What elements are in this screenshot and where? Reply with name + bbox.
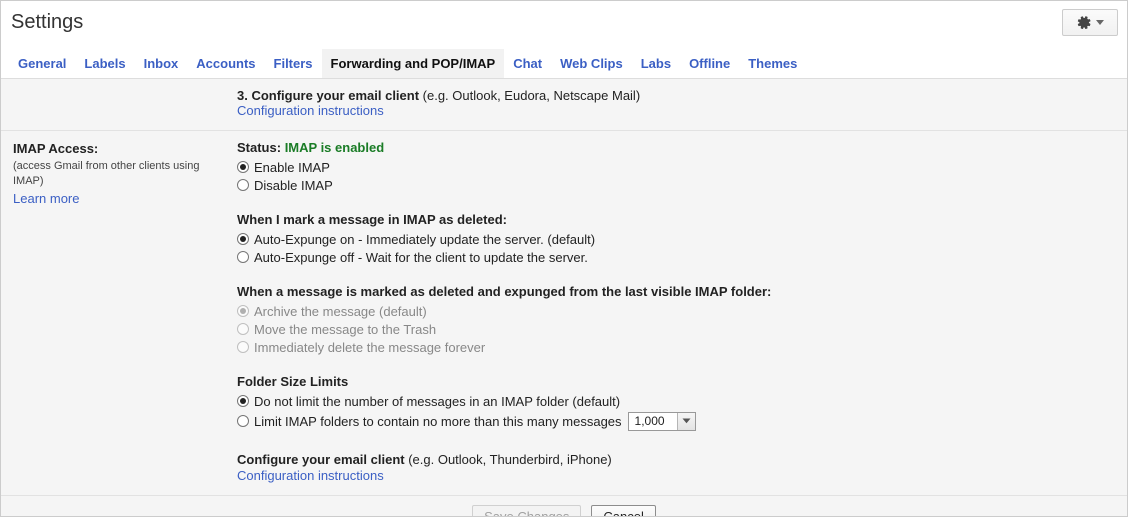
radio-icon[interactable] — [237, 161, 249, 173]
radio-icon[interactable] — [237, 323, 249, 335]
tab-offline[interactable]: Offline — [680, 49, 739, 78]
chevron-down-icon — [1095, 19, 1104, 26]
pop-configuration-instructions-link[interactable]: Configuration instructions — [237, 103, 384, 118]
tab-accounts[interactable]: Accounts — [187, 49, 264, 78]
cancel-button[interactable]: Cancel — [591, 504, 656, 516]
tab-label: Filters — [273, 56, 313, 71]
imap-configure-heading-rest: (e.g. Outlook, Thunderbird, iPhone) — [404, 452, 612, 467]
pop-configure-body: 3. Configure your email client (e.g. Out… — [235, 79, 1127, 130]
tab-filters[interactable]: Filters — [265, 49, 322, 78]
tab-inbox[interactable]: Inbox — [135, 49, 188, 78]
imap-folder-size-group: Folder Size Limits Do not limit the numb… — [237, 374, 1115, 432]
tab-label: General — [18, 56, 67, 71]
imap-status-label: Status: — [237, 140, 282, 155]
imap-enable-option-2[interactable]: Disable IMAP — [237, 176, 1115, 194]
imap-expunge-option-2[interactable]: Auto-Expunge off - Wait for the client t… — [237, 248, 1115, 266]
imap-expunge-action-option-label: Immediately delete the message forever — [254, 339, 486, 355]
tab-label: Web Clips — [560, 56, 623, 71]
pop-configure-sidebar-spacer — [1, 79, 235, 130]
tab-label: Forwarding and POP/IMAP — [330, 56, 496, 71]
radio-icon[interactable] — [237, 341, 249, 353]
imap-folder-size-option-1[interactable]: Do not limit the number of messages in a… — [237, 392, 1115, 410]
pop-configure-heading-bold: 3. Configure your email client — [237, 88, 420, 103]
pop-configure-heading-rest: (e.g. Outlook, Eudora, Netscape Mail) — [419, 88, 641, 103]
imap-enable-option-label: Enable IMAP — [254, 159, 330, 175]
pop-configure-heading: 3. Configure your email client (e.g. Out… — [237, 88, 1115, 103]
page-title: Settings — [11, 11, 84, 33]
imap-expunge-action-heading: When a message is marked as deleted and … — [237, 284, 772, 299]
imap-settings-body: Status: IMAP is enabled Enable IMAP Disab… — [235, 131, 1127, 495]
settings-gear-button[interactable] — [1062, 9, 1118, 36]
tab-label: Offline — [689, 56, 731, 71]
settings-content: 3. Configure your email client (e.g. Out… — [1, 79, 1127, 495]
tab-label: Labs — [640, 56, 672, 71]
imap-enable-group: Enable IMAP Disable IMAP — [237, 158, 1115, 194]
settings-page: Settings General Labels Inbox Accounts Filte… — [0, 0, 1128, 517]
imap-expunge-option-label: Auto-Expunge on - Immediately update the… — [254, 231, 596, 247]
imap-access-band: IMAP Access: (access Gmail from other cl… — [1, 131, 1127, 495]
tab-labels[interactable]: Labels — [75, 49, 134, 78]
imap-expunge-option-label: Auto-Expunge off - Wait for the client t… — [254, 249, 588, 265]
imap-expunge-heading: When I mark a message in IMAP as deleted… — [237, 212, 507, 227]
imap-status: Status: IMAP is enabled — [237, 140, 1115, 155]
imap-configuration-instructions-link[interactable]: Configuration instructions — [237, 468, 1115, 483]
imap-expunge-action-option-label: Archive the message (default) — [254, 303, 427, 319]
radio-icon[interactable] — [237, 305, 249, 317]
tab-chat[interactable]: Chat — [504, 49, 551, 78]
page-header: Settings — [1, 1, 1127, 49]
imap-folder-size-heading: Folder Size Limits — [237, 374, 349, 389]
imap-status-value: IMAP is enabled — [284, 140, 385, 155]
save-changes-button[interactable]: Save Changes — [472, 504, 582, 516]
radio-icon[interactable] — [237, 415, 249, 427]
imap-learn-more-link[interactable]: Learn more — [13, 191, 225, 206]
tab-web-clips[interactable]: Web Clips — [551, 49, 632, 78]
imap-expunge-action-group: When a message is marked as deleted and … — [237, 284, 1115, 356]
tab-label: Themes — [748, 56, 798, 71]
tab-label: Inbox — [143, 56, 179, 71]
imap-expunge-action-option-3[interactable]: Immediately delete the message forever — [237, 338, 1115, 356]
settings-tab-bar: General Labels Inbox Accounts Filters Forward… — [1, 49, 1127, 79]
imap-configure-heading-bold: Configure your email client — [237, 452, 405, 467]
tab-themes[interactable]: Themes — [739, 49, 806, 78]
pop-configure-band: 3. Configure your email client (e.g. Out… — [1, 79, 1127, 131]
folder-size-limit-select[interactable]: 1,000 — [627, 411, 696, 431]
imap-enable-option-1[interactable]: Enable IMAP — [237, 158, 1115, 176]
imap-folder-size-option-label: Limit IMAP folders to contain no more th… — [254, 413, 622, 429]
imap-expunge-action-option-label: Move the message to the Trash — [254, 321, 437, 337]
tab-forwarding-and-pop-imap[interactable]: Forwarding and POP/IMAP — [321, 49, 505, 78]
radio-icon[interactable] — [237, 251, 249, 263]
action-bar: Save Changes Cancel — [1, 495, 1127, 516]
gear-icon — [1077, 15, 1092, 30]
radio-icon[interactable] — [237, 395, 249, 407]
imap-access-note: (access Gmail from other clients using I… — [13, 160, 200, 187]
tab-label: Accounts — [196, 56, 256, 71]
imap-folder-size-option-label: Do not limit the number of messages in a… — [254, 393, 621, 409]
folder-size-limit-value: 1,000 — [634, 414, 665, 428]
imap-expunge-option-1[interactable]: Auto-Expunge on - Immediately update the… — [237, 230, 1115, 248]
radio-icon[interactable] — [237, 179, 249, 191]
imap-configure-section: Configure your email client (e.g. Outloo… — [237, 452, 1115, 483]
imap-enable-option-label: Disable IMAP — [254, 177, 333, 193]
chevron-down-icon — [676, 412, 695, 430]
tab-general[interactable]: General — [9, 49, 75, 78]
imap-configure-heading: Configure your email client (e.g. Outloo… — [237, 452, 1115, 467]
imap-expunge-action-option-2[interactable]: Move the message to the Trash — [237, 320, 1115, 338]
imap-access-title: IMAP Access: — [13, 141, 99, 156]
tab-label: Chat — [513, 56, 543, 71]
imap-access-sidebar: IMAP Access: (access Gmail from other cl… — [1, 131, 235, 495]
imap-folder-size-option-2[interactable]: Limit IMAP folders to contain no more th… — [237, 410, 1115, 432]
tab-labs[interactable]: Labs — [632, 49, 680, 78]
imap-expunge-group: When I mark a message in IMAP as deleted… — [237, 212, 1115, 266]
tab-label: Labels — [84, 56, 126, 71]
radio-icon[interactable] — [237, 233, 249, 245]
imap-expunge-action-option-1[interactable]: Archive the message (default) — [237, 302, 1115, 320]
